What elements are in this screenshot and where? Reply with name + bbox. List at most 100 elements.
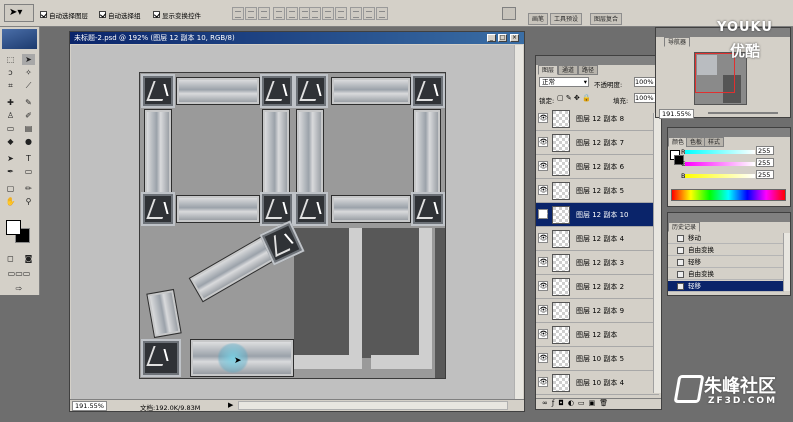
type-tool-icon[interactable]: T: [22, 153, 35, 164]
layer-row[interactable]: 👁 图层 12 副本 4: [536, 227, 659, 251]
shape-tool-icon[interactable]: ▭: [22, 166, 35, 177]
tab-paths[interactable]: 路径: [578, 65, 599, 75]
layer-row[interactable]: 👁 图层 12 副本 7: [536, 131, 659, 155]
layer-mask-icon[interactable]: ◘: [558, 399, 568, 407]
align-vcenter-button[interactable]: [245, 7, 257, 20]
blur-tool-icon[interactable]: ◆: [4, 136, 17, 147]
palette-well-icon[interactable]: [502, 7, 516, 20]
history-brush-tool-icon[interactable]: ✐: [22, 110, 35, 121]
visibility-eye-icon[interactable]: 👁: [538, 137, 548, 147]
layers-scrollbar[interactable]: [653, 113, 661, 393]
auto-select-group-checkbox[interactable]: [99, 11, 106, 18]
layers-panel-titlebar[interactable]: [536, 56, 661, 65]
layer-row[interactable]: 👁 图层 12 副本 8: [536, 107, 659, 131]
move-tool-preset-button[interactable]: ➤▾: [4, 4, 34, 22]
show-transform-controls-checkbox[interactable]: [153, 11, 160, 18]
tab-styles[interactable]: 样式: [704, 137, 725, 147]
document-title-bar[interactable]: 未标题-2.psd @ 192% (图层 12 副本 10, RGB/8): [70, 32, 524, 44]
tab-navigator[interactable]: 导航器: [664, 37, 691, 47]
layer-row[interactable]: 👁 图层 10 副本 5: [536, 347, 659, 371]
visibility-eye-icon[interactable]: 👁: [538, 257, 548, 267]
new-group-icon[interactable]: ▭: [578, 399, 589, 407]
align-top-button[interactable]: [232, 7, 244, 20]
b-value-field[interactable]: 255: [756, 170, 774, 179]
auto-select-layer-option[interactable]: 自动选择图层: [40, 9, 88, 20]
distribute-right-button[interactable]: [376, 7, 388, 20]
show-transform-controls-option[interactable]: 显示变换控件: [153, 9, 201, 20]
minimize-button[interactable]: _: [487, 34, 496, 42]
r-slider[interactable]: [685, 150, 755, 154]
tab-channels[interactable]: 通道: [558, 65, 579, 75]
image-canvas[interactable]: ➤: [139, 72, 446, 379]
new-layer-icon[interactable]: ▣: [589, 399, 600, 407]
visibility-eye-icon[interactable]: 👁: [538, 329, 548, 339]
healing-brush-tool-icon[interactable]: ✚: [4, 97, 17, 108]
tab-tool-presets[interactable]: 工具预设: [550, 13, 583, 25]
layer-row[interactable]: 👁 图层 12 副本 5: [536, 179, 659, 203]
tab-brushes[interactable]: 画笔: [528, 13, 549, 25]
link-layers-icon[interactable]: ∞: [542, 399, 552, 407]
screen-mode-icon[interactable]: ▭▭▭: [2, 268, 36, 279]
color-spectrum-ramp[interactable]: [671, 189, 786, 201]
eraser-tool-icon[interactable]: ▭: [4, 123, 17, 134]
zoom-field[interactable]: 191.55%: [72, 401, 107, 411]
close-button[interactable]: ×: [510, 34, 519, 42]
zoom-tool-icon[interactable]: ⚲: [22, 196, 35, 207]
crop-tool-icon[interactable]: ⌗: [4, 80, 17, 91]
magic-wand-tool-icon[interactable]: ✧: [22, 67, 35, 78]
visibility-eye-icon[interactable]: 👁: [538, 305, 548, 315]
layer-row[interactable]: 👁 图层 10 副本 4: [536, 371, 659, 395]
g-value-field[interactable]: 255: [756, 158, 774, 167]
maximize-button[interactable]: □: [498, 34, 507, 42]
visibility-eye-icon[interactable]: 👁: [538, 281, 548, 291]
gradient-tool-icon[interactable]: ▤: [22, 123, 35, 134]
vertical-scrollbar[interactable]: [514, 45, 523, 399]
tab-layer-comps[interactable]: 图层复合: [590, 13, 623, 25]
b-slider[interactable]: [685, 174, 755, 178]
g-slider[interactable]: [685, 162, 755, 166]
layer-row[interactable]: 👁 图层 12 副本 10: [536, 203, 659, 227]
navigator-zoom-slider[interactable]: [708, 112, 778, 114]
foreground-color-front[interactable]: [6, 220, 21, 235]
visibility-eye-icon[interactable]: 👁: [538, 161, 548, 171]
layer-row[interactable]: 👁 图层 12 副本 3: [536, 251, 659, 275]
hand-tool-icon[interactable]: ✋: [4, 196, 17, 207]
path-selection-tool-icon[interactable]: ➤: [4, 153, 17, 164]
eyedropper-tool-icon[interactable]: ✏: [22, 183, 35, 194]
dodge-tool-icon[interactable]: ●: [22, 136, 35, 147]
marquee-tool-icon[interactable]: ⬚: [4, 54, 17, 65]
color-titlebar[interactable]: [668, 128, 790, 137]
auto-select-group-option[interactable]: 自动选择组: [99, 9, 141, 20]
r-value-field[interactable]: 255: [756, 146, 774, 155]
jump-to-imageready-icon[interactable]: ⇨: [2, 283, 36, 294]
history-item[interactable]: 自由变换: [668, 269, 784, 280]
layer-row[interactable]: 👁 图层 12 副本 2: [536, 275, 659, 299]
status-menu-arrow-icon[interactable]: ▶: [228, 401, 233, 409]
visibility-eye-icon[interactable]: 👁: [538, 377, 548, 387]
slice-tool-icon[interactable]: ⟋: [22, 80, 35, 91]
lock-icons[interactable]: ▢ ✎ ✥ 🔒: [557, 94, 591, 102]
tab-history[interactable]: 历史记录: [668, 222, 701, 232]
notes-tool-icon[interactable]: ▢: [4, 183, 17, 194]
adjustment-layer-icon[interactable]: ◐: [568, 399, 578, 407]
visibility-eye-icon[interactable]: 👁: [538, 185, 548, 195]
lasso-tool-icon[interactable]: ↄ: [4, 67, 17, 78]
move-tool-icon[interactable]: ➤: [22, 54, 35, 65]
history-item[interactable]: 自由变换: [668, 245, 784, 256]
align-hcenter-button[interactable]: [286, 7, 298, 20]
distribute-hcenter-button[interactable]: [363, 7, 375, 20]
history-item[interactable]: 移动: [668, 233, 784, 244]
layer-row[interactable]: 👁 图层 12 副本: [536, 323, 659, 347]
horizontal-scrollbar[interactable]: [238, 401, 508, 410]
history-item[interactable]: 轻移: [668, 281, 784, 292]
history-titlebar[interactable]: [668, 213, 790, 222]
standard-mode-icon[interactable]: ◻: [4, 253, 17, 264]
brush-tool-icon[interactable]: ✎: [22, 97, 35, 108]
history-scrollbar[interactable]: [783, 233, 790, 291]
delete-layer-icon[interactable]: 🗑: [599, 399, 612, 407]
tab-swatches[interactable]: 色板: [686, 137, 707, 147]
history-item[interactable]: 轻移: [668, 257, 784, 268]
blend-mode-select[interactable]: 正常 ▾: [539, 77, 589, 87]
distribute-top-button[interactable]: [309, 7, 321, 20]
navigator-zoom-field[interactable]: 191.55%: [659, 109, 694, 119]
